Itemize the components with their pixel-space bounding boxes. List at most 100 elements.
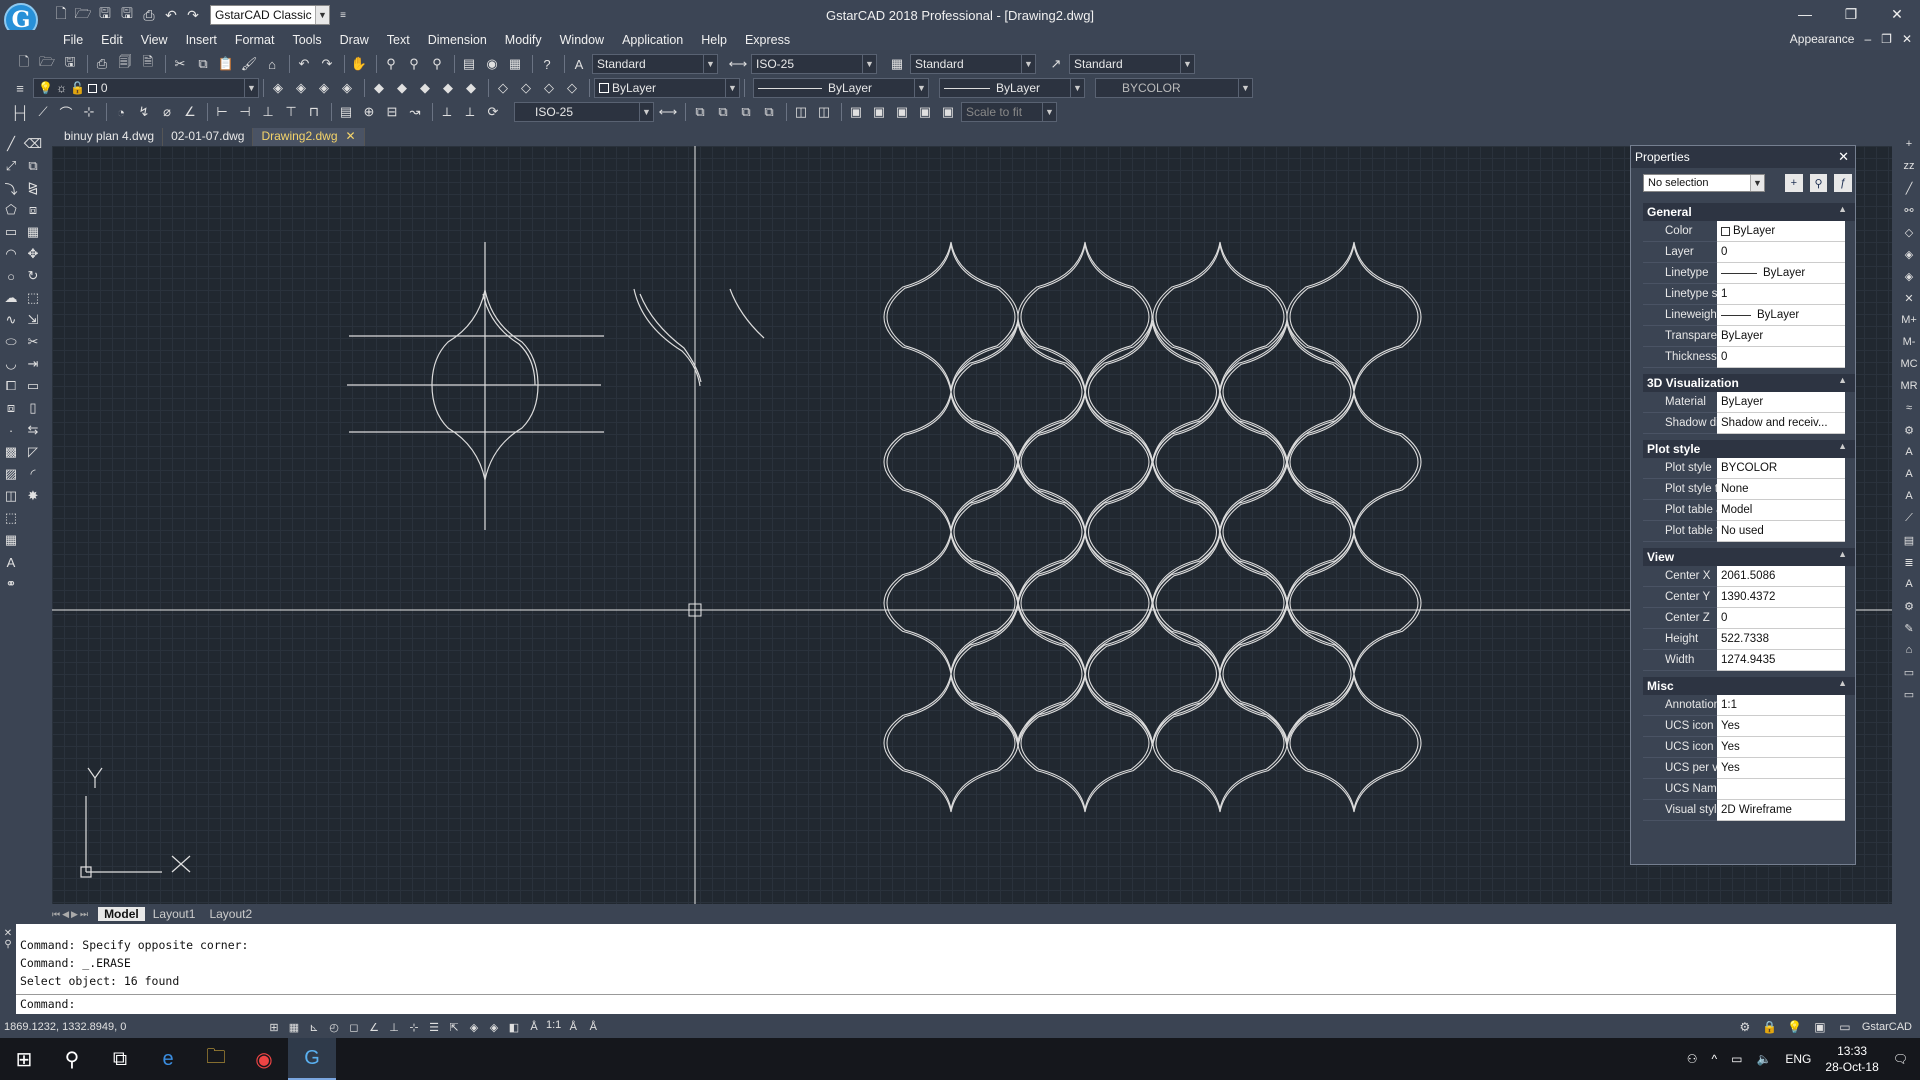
layer-previous-icon[interactable]: ◈ (268, 78, 288, 98)
menu-text[interactable]: Text (378, 33, 419, 47)
save-as-icon[interactable]: 🖫 (118, 5, 136, 24)
auto-scale-icon[interactable]: Å (585, 1019, 601, 1035)
tool-f-icon[interactable]: ✕ (1900, 288, 1918, 308)
arc-length-icon[interactable]: ⌒ (56, 102, 76, 122)
polyline-icon[interactable]: ⤵ (1, 178, 21, 198)
design-center-icon[interactable]: ◉ (482, 54, 502, 74)
copy-icon[interactable]: ⧉ (193, 54, 213, 74)
zoom-in-icon[interactable]: + (1900, 134, 1918, 154)
zoom-window-icon[interactable]: ⚲ (404, 54, 424, 74)
offset-icon[interactable]: ⧈ (23, 200, 43, 220)
chrome-icon[interactable]: ◉ (240, 1038, 288, 1080)
save-icon[interactable]: 🖫 (60, 54, 80, 74)
property-row[interactable]: Width 1274.9435 (1643, 650, 1855, 671)
new-icon[interactable]: 🗋 (14, 54, 34, 74)
revision-cloud-icon[interactable]: ☁ (1, 288, 21, 308)
print-icon[interactable]: ⎙ (92, 54, 112, 74)
polygon-icon[interactable]: ⬠ (1, 200, 21, 220)
layer-tool-8-icon[interactable]: ◇ (539, 78, 559, 98)
people-icon[interactable]: ⚇ (1687, 1052, 1698, 1066)
publish-icon[interactable]: 🗎 (138, 54, 158, 74)
viewport-object-icon[interactable]: ▣ (892, 102, 912, 122)
ortho-icon[interactable]: ⊾ (306, 1019, 322, 1035)
tab-layout2[interactable]: Layout2 (203, 907, 258, 921)
tool-palettes-icon[interactable]: ▦ (505, 54, 525, 74)
property-value[interactable]: 1274.9435 (1717, 650, 1845, 671)
property-value[interactable]: Yes (1717, 758, 1845, 779)
dim-style-icon[interactable]: ⟷ (728, 54, 748, 74)
properties-section[interactable]: Plot style ▲ (1643, 440, 1855, 458)
select-objects-icon[interactable]: ⚲ (1809, 174, 1828, 192)
property-value[interactable]: ByLayer (1717, 326, 1845, 347)
tool-2-icon[interactable]: ◈ (486, 1019, 502, 1035)
tool-mplus-icon[interactable]: M+ (1900, 310, 1918, 330)
pan-icon[interactable]: ✋ (349, 54, 369, 74)
property-value[interactable]: None (1717, 479, 1845, 500)
zoom-z-icon[interactable]: zz (1900, 156, 1918, 176)
stretch-icon[interactable]: ⇲ (23, 310, 43, 330)
jogged-linear-icon[interactable]: ↝ (405, 102, 425, 122)
open-file-icon[interactable]: 🗁 (74, 5, 92, 24)
dim-style-select-2[interactable]: ISO-25 ▼ (514, 102, 654, 122)
property-row[interactable]: UCS icon On Yes (1643, 716, 1855, 737)
cut-icon[interactable]: ✂ (170, 54, 190, 74)
zoom-realtime-icon[interactable]: ⚲ (381, 54, 401, 74)
redo-icon[interactable]: ↷ (317, 54, 337, 74)
paste-icon[interactable]: 📋 (216, 54, 236, 74)
tool-g-icon[interactable]: ≈ (1900, 398, 1918, 418)
collapse-icon[interactable]: ▲ (1838, 549, 1847, 559)
rotate-icon[interactable]: ↻ (23, 266, 43, 286)
radius-dim-icon[interactable]: ◔ (111, 102, 131, 122)
command-input[interactable]: Command: (16, 994, 1896, 1014)
aligned-dim-icon[interactable]: ⟋ (33, 102, 53, 122)
file-explorer-icon[interactable]: 🗀 (192, 1038, 240, 1080)
new-file-icon[interactable]: 🗋 (52, 5, 70, 24)
selection-cycling-icon[interactable]: ⇱ (446, 1019, 462, 1035)
tool-m-icon[interactable]: ⚙ (1900, 596, 1918, 616)
annotation-scale-value[interactable]: 1:1 (546, 1019, 561, 1035)
tab-nav-prev-icon[interactable]: ◀ (62, 909, 69, 920)
linear-dim-icon[interactable]: ├┤ (10, 102, 30, 122)
property-value[interactable]: ByLayer (1717, 392, 1845, 413)
isolate-objects-icon[interactable]: 💡 (1787, 1019, 1803, 1035)
viewport-3-icon[interactable]: ⧉ (736, 102, 756, 122)
volume-icon[interactable]: 🔈 (1756, 1052, 1771, 1066)
tab-model[interactable]: Model (98, 907, 145, 921)
trim-icon[interactable]: ✂ (23, 332, 43, 352)
dim-style-manager-icon[interactable]: ⟷ (658, 102, 678, 122)
property-row[interactable]: Lineweight ByLayer (1643, 305, 1855, 326)
spline-icon[interactable]: ∿ (1, 310, 21, 330)
property-value[interactable]: No used (1717, 521, 1845, 542)
property-row[interactable]: Annotation ... 1:1 (1643, 695, 1855, 716)
open-icon[interactable]: 🗁 (37, 54, 57, 74)
ordinate-dim-icon[interactable]: ⊹ (79, 102, 99, 122)
lock-ui-icon[interactable]: 🔒 (1762, 1019, 1778, 1035)
tool-h-icon[interactable]: ⚙ (1900, 420, 1918, 440)
layer-states-icon[interactable]: ◈ (291, 78, 311, 98)
menu-format[interactable]: Format (226, 33, 284, 47)
layer-tool-1-icon[interactable]: ◆ (369, 78, 389, 98)
property-row[interactable]: Plot table type No used (1643, 521, 1855, 542)
tool-j-icon[interactable]: ▤ (1900, 530, 1918, 550)
dim-text-edit-icon[interactable]: ⟂ (460, 102, 480, 122)
property-value[interactable]: 1390.4372 (1717, 587, 1845, 608)
otrack-icon[interactable]: ∠ (366, 1019, 382, 1035)
ducs-icon[interactable]: ⊥ (386, 1019, 402, 1035)
properties-title-bar[interactable]: Properties ✕ (1631, 146, 1855, 168)
property-row[interactable]: Center Y 1390.4372 (1643, 587, 1855, 608)
array-icon[interactable]: ▦ (23, 222, 43, 242)
annotation-scale-icon[interactable]: Å (526, 1019, 542, 1035)
tab-nav-next-icon[interactable]: ▶ (71, 909, 78, 920)
collapse-icon[interactable]: ▲ (1838, 204, 1847, 214)
language-indicator[interactable]: ENG (1785, 1052, 1811, 1066)
table-icon[interactable]: ▦ (1, 530, 21, 550)
property-row[interactable]: Color ByLayer (1643, 221, 1855, 242)
menu-draw[interactable]: Draw (331, 33, 378, 47)
collapse-icon[interactable]: ▲ (1838, 375, 1847, 385)
tool-i-icon[interactable]: ⟋ (1900, 508, 1918, 528)
explode-icon[interactable]: ✸ (23, 486, 43, 506)
break-icon[interactable]: ▭ (23, 376, 43, 396)
tool-k-icon[interactable]: ≣ (1900, 552, 1918, 572)
angular-dim-icon[interactable]: ∠ (180, 102, 200, 122)
property-value[interactable]: ByLayer (1717, 263, 1845, 284)
